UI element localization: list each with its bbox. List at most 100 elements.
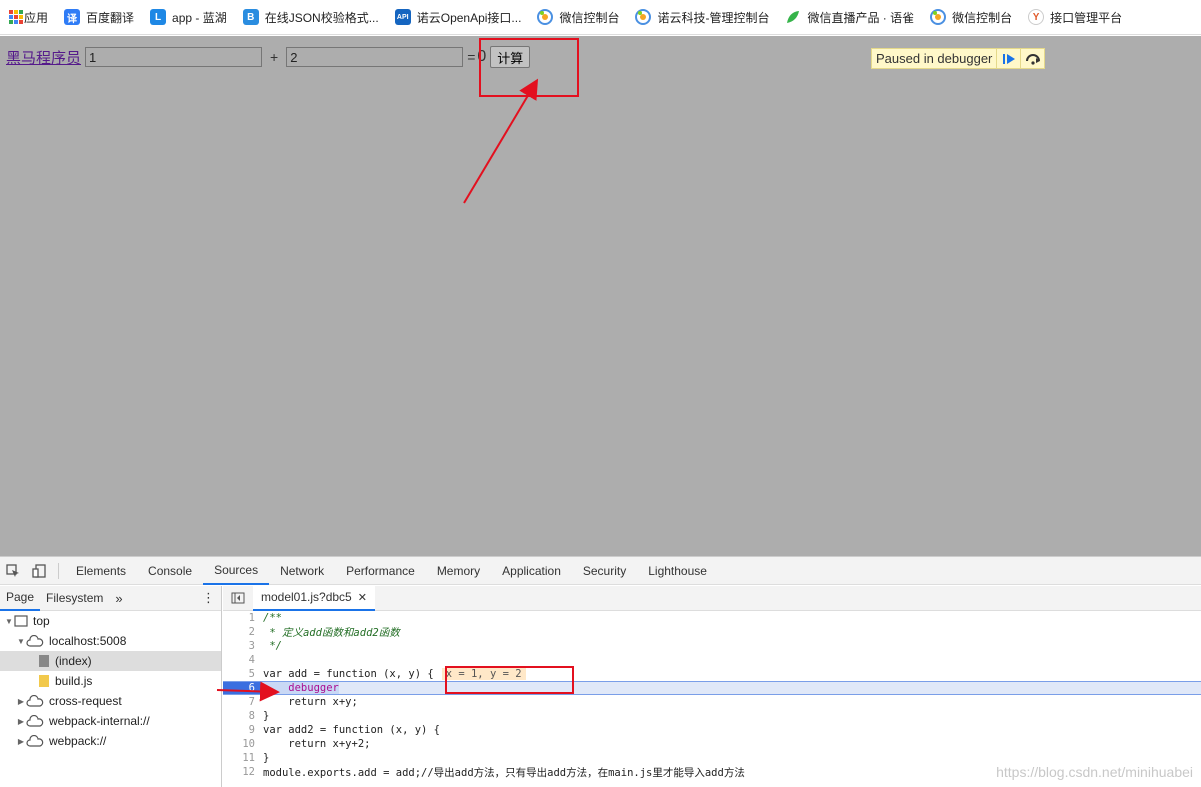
device-toolbar-icon[interactable] [26,557,52,585]
line-number[interactable]: 7 [223,696,261,708]
bookmark-item[interactable]: API 诺云OpenApi接口... [394,9,522,26]
expanded-triangle-icon: ▼ [17,636,25,646]
tree-item-label: webpack:// [49,734,107,748]
bookmark-item[interactable]: Y 接口管理平台 [1028,9,1122,26]
step-over-icon[interactable] [1020,49,1044,68]
code-line: 5 var add = function (x, y) {x = 1, y = 2 [223,667,1201,681]
bookmark-item[interactable]: 译百度翻译 [64,9,134,26]
wechat-cloud-icon [537,9,554,25]
annotation-box-button [479,38,579,97]
watermark: https://blog.csdn.net/minihuabei [996,764,1193,780]
resume-icon[interactable] [996,49,1020,68]
navigator-menu-icon[interactable]: ⋮ [196,586,221,611]
calculator-row: 黑马程序员 1 + 2 = 0 计算 [6,46,531,68]
bookmark-item[interactable]: Lapp - 蓝湖 [150,9,227,26]
tree-item[interactable]: (index) [0,651,221,671]
tree-item[interactable]: ▼ localhost:5008 [0,631,221,651]
code-line: 2 * 定义add函数和add2函数 [223,625,1201,639]
line-number[interactable]: 3 [223,640,261,652]
bookmark-label: 应用 [24,10,49,25]
tab-performance[interactable]: Performance [335,557,426,585]
bookmark-label: app - 蓝湖 [172,10,227,25]
line-number[interactable]: 12 [223,766,261,778]
devtools-panel: Elements Console Sources Network Performance… [0,556,1201,787]
source-editor: model01.js?dbc5 ✕ 1/** 2 * 定义add函数和add2函数… [223,585,1201,787]
tree-item[interactable]: ▼ top [0,611,221,631]
tab-application[interactable]: Application [491,557,572,585]
code-text: var add2 = function (x, y) { [263,724,441,736]
collapsed-triangle-icon: ▶ [17,716,25,726]
code-text: return x+y+2; [263,738,371,750]
cloud-icon [26,635,44,647]
js-file-icon [38,674,50,688]
code-text: } [263,752,270,764]
wechat-cloud-icon [930,9,947,25]
expanded-triangle-icon: ▼ [5,616,13,626]
line-number[interactable]: 4 [223,654,261,666]
devtools-tabbar: Elements Console Sources Network Performance… [0,557,1201,585]
inspect-element-icon[interactable] [0,557,26,585]
tree-item[interactable]: build.js [0,671,221,691]
file-icon [38,654,50,668]
tree-item-label: webpack-internal:// [49,714,150,728]
paused-label: Paused in debugger [876,51,993,66]
tree-item-label: build.js [55,674,93,688]
equals-sign: = [467,49,476,65]
code-line: 10 return x+y+2; [223,737,1201,751]
sources-navigator: Page Filesystem » ⋮ ▼ top ▼ localhost:5008 (… [0,586,222,787]
line-number[interactable]: 11 [223,752,261,764]
line-number[interactable]: 10 [223,738,261,750]
tab-elements[interactable]: Elements [65,557,137,585]
heima-link[interactable]: 黑马程序员 [6,47,81,68]
nav-tab-filesystem[interactable]: Filesystem [40,586,109,611]
apps-grid-icon [8,9,24,25]
bookmark-label: 微信直播产品 · 语雀 [807,10,915,25]
number-input-1[interactable]: 1 [85,47,263,67]
bookmark-item[interactable]: B 在线JSON校验格式... [242,9,379,26]
tree-item[interactable]: ▶ webpack-internal:// [0,711,221,731]
bookmark-label: 诺云OpenApi接口... [416,10,522,25]
close-tab-icon[interactable]: ✕ [358,591,367,604]
bookmark-item[interactable]: 应用 [8,9,48,26]
nav-tab-page[interactable]: Page [0,586,41,611]
tree-item[interactable]: ▶ cross-request [0,691,221,711]
code-text: debugger [261,682,339,694]
tree-item-label: cross-request [49,694,122,708]
toggle-navigator-icon[interactable] [223,592,253,604]
line-number[interactable]: 9 [223,724,261,736]
translate-icon: 译 [64,9,81,25]
code-line: 8} [223,709,1201,723]
bookmark-label: 接口管理平台 [1050,10,1123,25]
bookmark-item[interactable]: 微信控制台 [930,9,1012,26]
editor-tabbar: model01.js?dbc5 ✕ [223,585,1201,611]
tab-lighthouse[interactable]: Lighthouse [637,557,718,585]
code-text: module.exports.add = add;//导出add方法，只有导出a… [263,766,745,779]
wechat-cloud-icon [635,9,652,25]
bookmark-item[interactable]: 微信直播产品 · 语雀 [785,9,914,26]
tree-item-label: (index) [55,654,92,668]
code-text: } [263,710,270,722]
tab-security[interactable]: Security [572,557,637,585]
lanhu-icon: L [150,9,167,25]
frame-icon [14,615,28,627]
line-number[interactable]: 1 [223,612,261,624]
yapi-icon: Y [1028,9,1045,25]
tab-console[interactable]: Console [137,557,203,585]
bookmark-item[interactable]: 微信控制台 [537,9,619,26]
tab-memory[interactable]: Memory [426,557,491,585]
annotation-box-inline-values [445,666,574,694]
more-tabs-icon[interactable]: » [109,586,128,611]
tab-network[interactable]: Network [269,557,335,585]
bookmark-item[interactable]: 诺云科技-管理控制台 [635,9,769,26]
line-number[interactable]: 6 [223,682,261,694]
cloud-icon [26,715,44,727]
number-input-2[interactable]: 2 [286,47,464,67]
tree-item[interactable]: ▶ webpack:// [0,731,221,751]
navigator-tabs: Page Filesystem » ⋮ [0,586,221,611]
tab-sources[interactable]: Sources [203,557,270,585]
file-tab-model01[interactable]: model01.js?dbc5 ✕ [253,585,375,611]
bejson-icon: B [242,9,259,25]
line-number[interactable]: 2 [223,626,261,638]
line-number[interactable]: 5 [223,668,261,680]
line-number[interactable]: 8 [223,710,261,722]
